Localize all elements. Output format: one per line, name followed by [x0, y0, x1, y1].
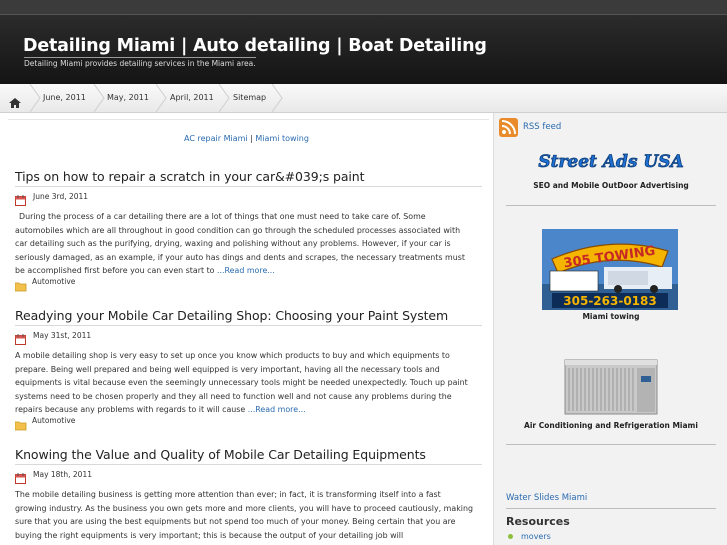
post-date: June 3rd, 2011	[33, 192, 89, 201]
calendar-icon	[15, 469, 26, 484]
post-date: May 31st, 2011	[33, 331, 92, 340]
sidebar-divider	[506, 444, 716, 445]
post: Readying your Mobile Car Detailing Shop:…	[14, 308, 482, 431]
post-title-underline	[15, 186, 482, 187]
miami-towing-link[interactable]: Miami towing	[255, 134, 309, 143]
post-category[interactable]: Automotive	[32, 277, 75, 286]
post-excerpt-text: The mobile detailing business is getting…	[15, 490, 473, 540]
nav-separator	[218, 84, 230, 112]
site-title[interactable]: Detailing Miami | Auto detailing | Boat …	[23, 36, 487, 56]
towing-ad-phone: 305-263-0183	[563, 294, 656, 308]
folder-icon	[14, 277, 27, 292]
post-date: May 18th, 2011	[33, 470, 92, 479]
water-slides-link[interactable]: Water Slides Miami	[506, 493, 587, 503]
read-more-link[interactable]: ...Read more...	[217, 266, 275, 275]
post-title-underline	[15, 464, 482, 465]
header-top-band	[0, 0, 727, 14]
sidebar-divider	[506, 508, 716, 509]
nav-separator	[155, 84, 167, 112]
resource-item-movers[interactable]: movers	[508, 532, 551, 541]
post-excerpt: The mobile detailing business is getting…	[15, 488, 473, 542]
site-description: Detailing Miami provides detailing servi…	[24, 57, 256, 68]
main-nav: June, 2011 May, 2011 April, 2011 Sitemap	[0, 84, 727, 113]
link-separator: |	[250, 134, 253, 143]
read-more-link[interactable]: ...Read more...	[248, 405, 306, 414]
post-title[interactable]: Knowing the Value and Quality of Mobile …	[15, 447, 482, 462]
post-title-underline	[15, 325, 482, 326]
bullet-icon	[508, 534, 513, 539]
ac-repair-link[interactable]: AC repair Miami	[184, 134, 248, 143]
street-ads-logo-text: Street Ads USA	[538, 152, 683, 172]
resources-title: Resources	[506, 515, 570, 528]
nav-item-sitemap[interactable]: Sitemap	[233, 84, 266, 112]
post: Tips on how to repair a scratch in your …	[14, 169, 482, 292]
main-content: AC repair Miami | Miami towing Tips on h…	[0, 113, 493, 545]
home-icon[interactable]	[9, 93, 21, 108]
post-excerpt-text: A mobile detailing shop is very easy to …	[15, 351, 468, 414]
post-excerpt: A mobile detailing shop is very easy to …	[15, 349, 473, 417]
nav-separator	[93, 84, 105, 112]
site-header: Detailing Miami | Auto detailing | Boat …	[0, 0, 727, 84]
sidebar-divider	[506, 205, 716, 206]
nav-separator	[271, 84, 283, 112]
post-category[interactable]: Automotive	[32, 416, 75, 425]
calendar-icon	[15, 191, 26, 206]
folder-icon	[14, 416, 27, 431]
ac-unit-image[interactable]	[563, 356, 659, 416]
sidebar: RSS feed Street Ads USA SEO and Mobile O…	[493, 113, 727, 545]
post-excerpt: During the process of a car detailing th…	[15, 210, 473, 278]
rss-feed-link[interactable]: RSS feed	[523, 122, 561, 132]
calendar-icon	[15, 330, 26, 345]
ac-caption[interactable]: Air Conditioning and Refrigeration Miami	[494, 421, 727, 430]
street-ads-logo[interactable]: Street Ads USA	[494, 150, 727, 176]
nav-item-may-2011[interactable]: May, 2011	[107, 84, 149, 112]
towing-ad-image[interactable]: 305 TOWING 305-263-0183	[542, 229, 678, 310]
towing-caption[interactable]: Miami towing	[494, 312, 727, 321]
post-title[interactable]: Readying your Mobile Car Detailing Shop:…	[15, 308, 482, 323]
nav-item-june-2011[interactable]: June, 2011	[43, 84, 86, 112]
post-title[interactable]: Tips on how to repair a scratch in your …	[15, 169, 482, 184]
top-links: AC repair Miami | Miami towing	[0, 134, 493, 143]
street-ads-caption[interactable]: SEO and Mobile OutDoor Advertising	[494, 181, 727, 190]
rss-icon[interactable]	[499, 118, 518, 137]
nav-item-april-2011[interactable]: April, 2011	[170, 84, 214, 112]
nav-separator	[29, 84, 41, 112]
resource-item-label[interactable]: movers	[521, 532, 551, 541]
content-top-divider	[8, 119, 489, 120]
post: Knowing the Value and Quality of Mobile …	[15, 447, 482, 540]
